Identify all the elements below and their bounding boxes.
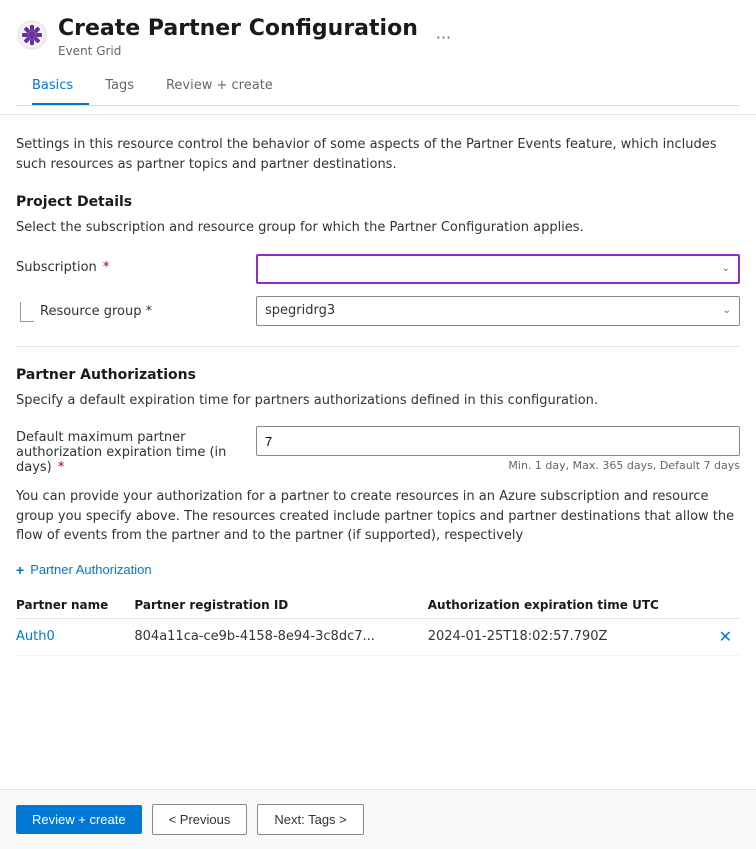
resource-group-field: Resource group * spegridrg3 ⌄ [16, 296, 740, 326]
indent-line [20, 302, 34, 322]
default-expiry-hint: Min. 1 day, Max. 365 days, Default 7 day… [256, 459, 740, 472]
resource-group-control: spegridrg3 ⌄ [256, 296, 740, 326]
subscription-dropdown[interactable]: ⌄ [256, 254, 740, 284]
subscription-field: Subscription * ⌄ [16, 254, 740, 284]
subscription-chevron-icon: ⌄ [722, 263, 730, 274]
add-partner-auth-button[interactable]: + Partner Authorization [16, 562, 152, 578]
table-row: Auth0 804a11ca-ce9b-4158-8e94-3c8dc7... … [16, 618, 740, 655]
partner-auth-description: Specify a default expiration time for pa… [16, 391, 740, 411]
footer: Review + create < Previous Next: Tags > [0, 789, 756, 849]
project-details-title: Project Details [16, 194, 740, 210]
table-body: Auth0 804a11ca-ce9b-4158-8e94-3c8dc7... … [16, 618, 740, 655]
tab-review-create[interactable]: Review + create [166, 70, 289, 105]
header-title-block: Create Partner Configuration Event Grid [58, 16, 418, 58]
next-tags-button[interactable]: Next: Tags > [257, 804, 363, 835]
more-options-icon[interactable]: ··· [436, 28, 451, 47]
review-create-button[interactable]: Review + create [16, 805, 142, 834]
tab-basics[interactable]: Basics [32, 70, 89, 105]
project-details-section: Project Details Select the subscription … [16, 194, 740, 326]
main-content: Settings in this resource control the be… [0, 115, 756, 789]
default-expiry-field: Default maximum partner authorization ex… [16, 426, 740, 475]
expiration-time-cell: 2024-01-25T18:02:57.790Z [428, 618, 710, 655]
col-partner-name: Partner name [16, 592, 134, 619]
resource-group-dropdown[interactable]: spegridrg3 ⌄ [256, 296, 740, 326]
partner-auth-title: Partner Authorizations [16, 367, 740, 383]
page-container: Create Partner Configuration Event Grid … [0, 0, 756, 849]
page-title: Create Partner Configuration [58, 16, 418, 42]
previous-button[interactable]: < Previous [152, 804, 248, 835]
subscription-label: Subscription * [16, 254, 256, 275]
delete-row-button[interactable]: ✕ [719, 627, 732, 647]
resource-group-chevron-icon: ⌄ [723, 305, 731, 316]
resource-group-label: Resource group * [40, 304, 152, 319]
section-divider-1 [16, 346, 740, 347]
resource-group-indent: Resource group * [16, 296, 256, 322]
delete-cell: ✕ [710, 618, 740, 655]
partner-authorizations-section: Partner Authorizations Specify a default… [16, 367, 740, 656]
add-auth-label: Partner Authorization [30, 562, 151, 577]
subscription-required: * [103, 260, 110, 275]
project-details-description: Select the subscription and resource gro… [16, 218, 740, 238]
registration-id-cell: 804a11ca-ce9b-4158-8e94-3c8dc7... [134, 618, 427, 655]
partner-name-cell[interactable]: Auth0 [16, 618, 134, 655]
header: Create Partner Configuration Event Grid … [0, 0, 756, 115]
partner-auth-table: Partner name Partner registration ID Aut… [16, 592, 740, 656]
tabs-bar: Basics Tags Review + create [16, 70, 740, 106]
tab-tags[interactable]: Tags [105, 70, 150, 105]
col-actions [710, 592, 740, 619]
col-expiration-time: Authorization expiration time UTC [428, 592, 710, 619]
resource-group-value: spegridrg3 [265, 303, 335, 318]
col-registration-id: Partner registration ID [134, 592, 427, 619]
page-subtitle: Event Grid [58, 44, 418, 58]
table-header-row: Partner name Partner registration ID Aut… [16, 592, 740, 619]
default-expiry-control: Min. 1 day, Max. 365 days, Default 7 day… [256, 426, 740, 472]
default-expiry-input[interactable] [256, 426, 740, 456]
intro-description: Settings in this resource control the be… [16, 135, 740, 174]
resource-group-required: * [146, 304, 153, 319]
default-expiry-label: Default maximum partner authorization ex… [16, 426, 256, 475]
subscription-control: ⌄ [256, 254, 740, 284]
table-header: Partner name Partner registration ID Aut… [16, 592, 740, 619]
default-expiry-required: * [58, 460, 65, 475]
event-grid-icon [16, 19, 48, 55]
plus-icon: + [16, 562, 24, 578]
auth-paragraph: You can provide your authorization for a… [16, 487, 740, 546]
